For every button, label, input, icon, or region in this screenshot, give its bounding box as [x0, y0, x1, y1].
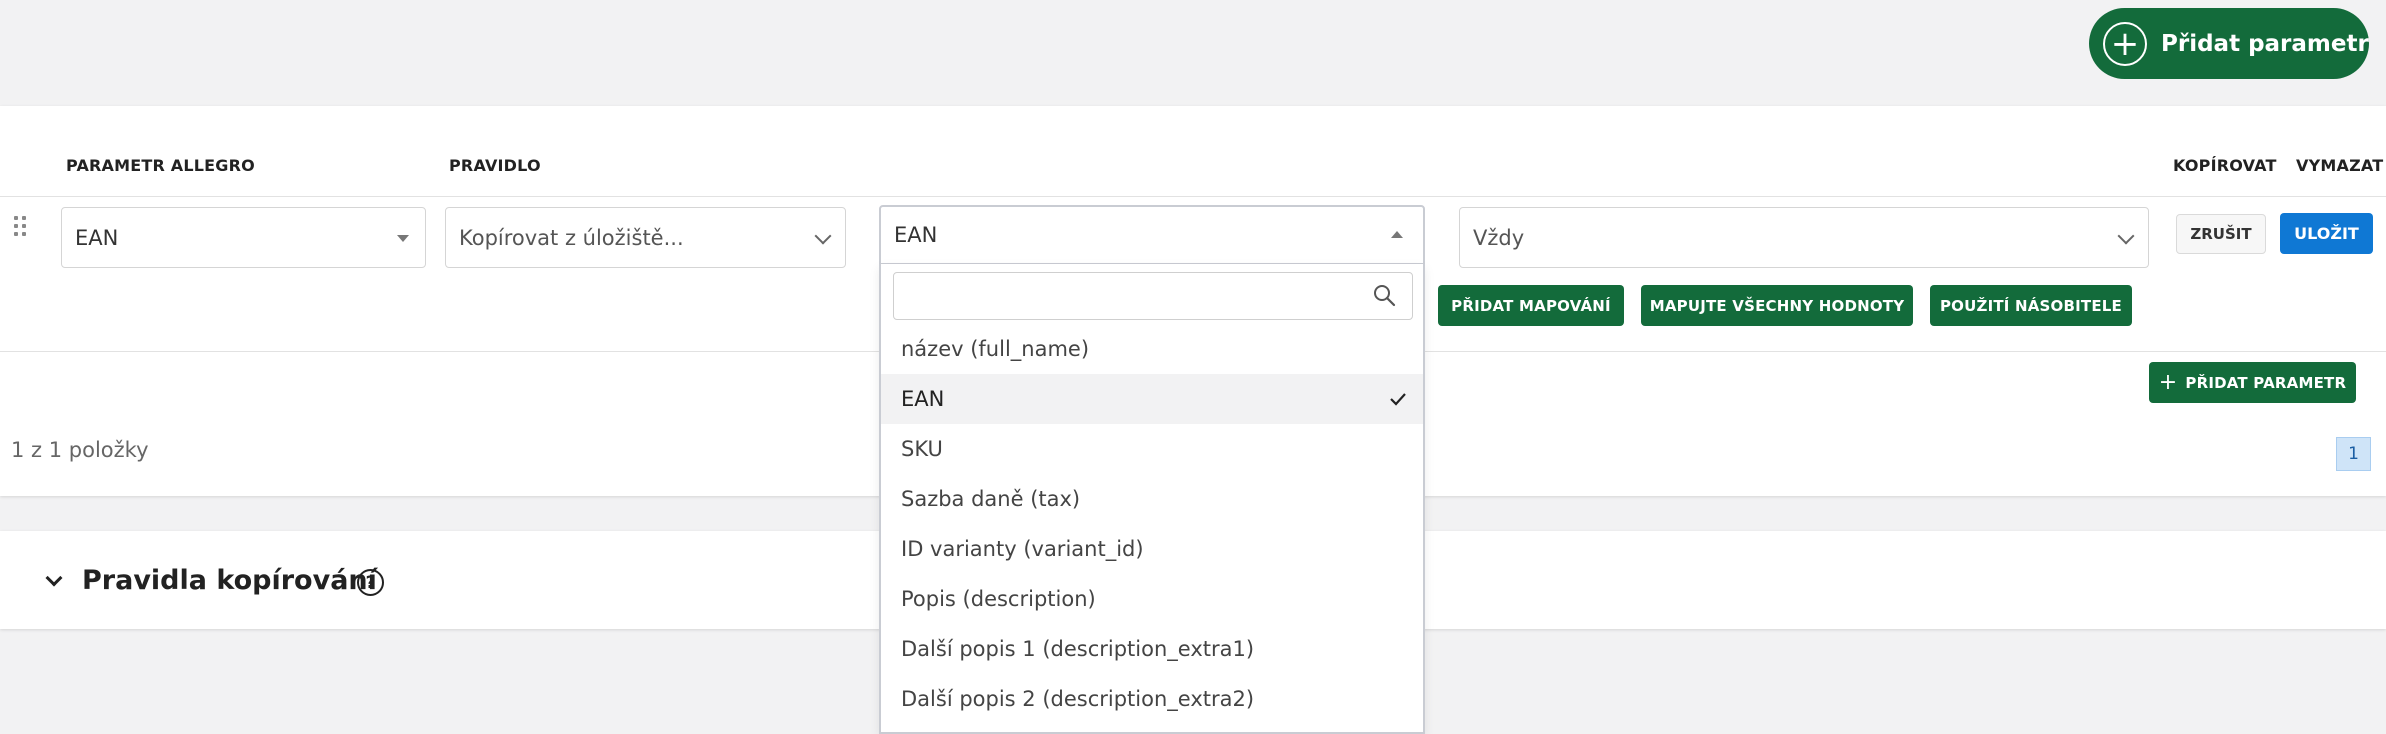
dropdown-search-box [893, 272, 1413, 320]
rule-select[interactable]: Kopírovat z úložiště... [445, 207, 846, 268]
column-header-copy: KOPÍROVAT [2173, 156, 2277, 175]
rule-value: Kopírovat z úložiště... [459, 225, 684, 250]
dropdown-search-input[interactable] [900, 273, 1364, 317]
dropdown-option[interactable]: Sazba daně (tax) [881, 474, 1423, 524]
caret-down-icon [397, 234, 409, 242]
plus-circle-icon: + [2103, 21, 2147, 66]
copy-rules-title[interactable]: Pravidla kopírování [82, 565, 377, 596]
dropdown-option[interactable]: SKU [881, 424, 1423, 474]
drag-handle-icon[interactable] [14, 216, 30, 240]
header-divider [0, 196, 2386, 197]
add-parameter-row-button[interactable]: + PŘIDAT PARAMETR [2149, 362, 2356, 403]
dropdown-option-label: EAN [901, 387, 945, 411]
condition-value: Vždy [1473, 225, 1525, 250]
column-header-delete: VYMAZAT [2296, 156, 2384, 175]
add-parameter-button[interactable]: + Přidat parametr [2089, 8, 2369, 79]
page-button-1[interactable]: 1 [2336, 437, 2371, 471]
dropdown-option[interactable]: název (full_name) [881, 324, 1423, 374]
source-field-select[interactable]: EAN [879, 205, 1425, 265]
map-all-values-button[interactable]: MAPUJTE VŠECHNY HODNOTY [1641, 285, 1913, 326]
source-field-value: EAN [894, 223, 938, 247]
condition-select[interactable]: Vždy [1459, 207, 2149, 268]
chevron-down-icon [2117, 227, 2135, 244]
help-icon[interactable]: ? [357, 569, 384, 596]
search-icon [1374, 285, 1396, 307]
allegro-param-select[interactable]: EAN [61, 207, 426, 268]
cancel-button[interactable]: ZRUŠIT [2176, 214, 2266, 254]
add-parameter-label: Přidat parametr [2161, 30, 2369, 57]
column-header-allegro-param: PARAMETR ALLEGRO [66, 156, 255, 175]
source-field-dropdown: název (full_name) EAN SKU Sazba daně (ta… [879, 264, 1425, 734]
pagination-count: 1 z 1 položky [11, 438, 149, 462]
dropdown-option[interactable]: ID varianty (variant_id) [881, 524, 1423, 574]
dropdown-option[interactable]: Další popis 2 (description_extra2) [881, 674, 1423, 724]
save-button[interactable]: ULOŽIT [2280, 213, 2373, 254]
check-icon [1390, 393, 1406, 406]
caret-up-icon [1391, 231, 1403, 238]
dropdown-option[interactable]: Další popis 1 (description_extra1) [881, 624, 1423, 674]
dropdown-option[interactable]: Popis (description) [881, 574, 1423, 624]
add-parameter-row-label: PŘIDAT PARAMETR [2185, 373, 2347, 392]
add-mapping-button[interactable]: PŘIDAT MAPOVÁNÍ [1438, 285, 1624, 326]
allegro-param-value: EAN [75, 225, 119, 250]
column-header-rule: PRAVIDLO [449, 156, 541, 175]
plus-icon: + [2158, 370, 2178, 395]
dropdown-option-selected[interactable]: EAN [881, 374, 1423, 424]
chevron-down-icon [814, 227, 832, 244]
use-multiplier-button[interactable]: POUŽITÍ NÁSOBITELE [1930, 285, 2132, 326]
